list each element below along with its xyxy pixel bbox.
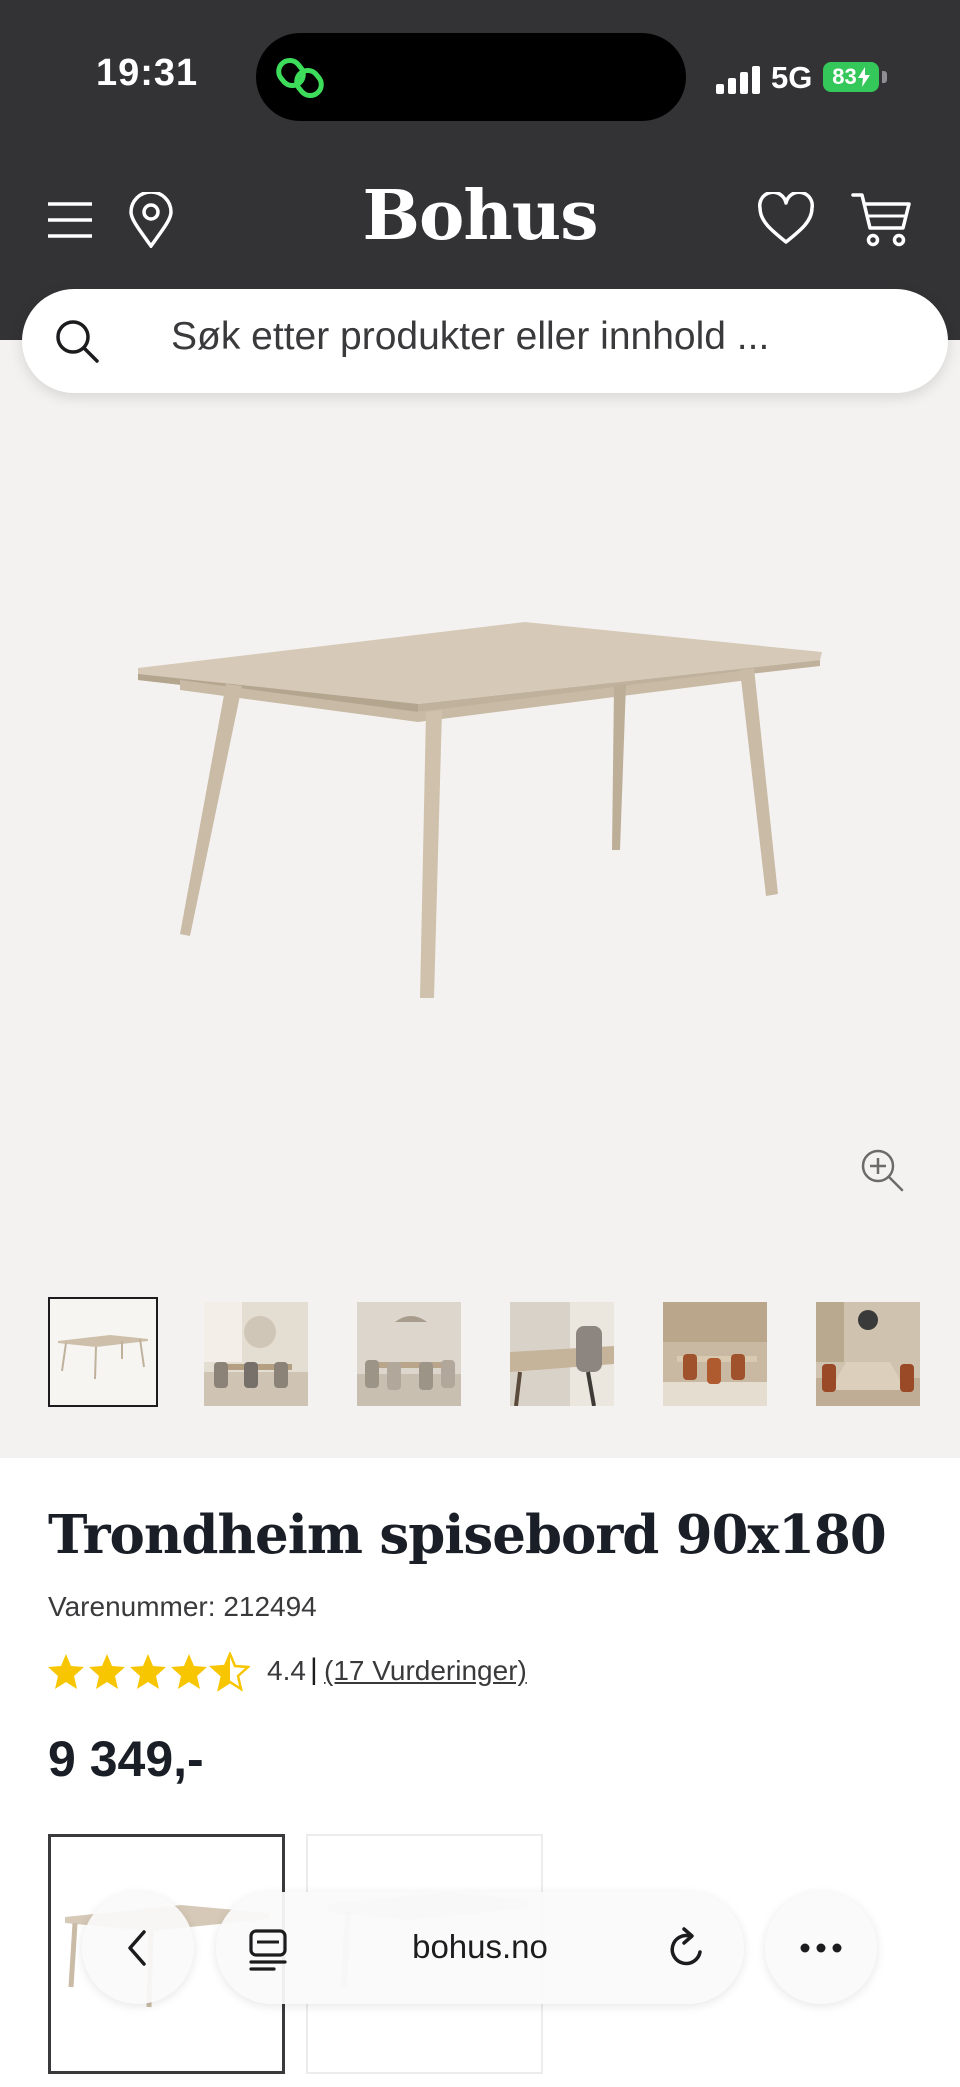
link-chain-icon (276, 57, 324, 99)
charging-bolt-icon (857, 67, 870, 87)
battery-cap (882, 71, 887, 83)
star-icon (130, 1654, 166, 1689)
gallery-thumbnail[interactable] (357, 1302, 461, 1406)
product-price: 9 349,- (48, 1731, 204, 1787)
search-icon[interactable] (54, 318, 100, 364)
thumb-room-2 (357, 1302, 461, 1406)
gallery-thumbnail[interactable] (663, 1302, 767, 1406)
star-icon (89, 1654, 125, 1689)
product-sku: Varenummer: 212494 (48, 1591, 317, 1622)
battery-level: 83 (832, 64, 857, 89)
gallery-thumbnail[interactable] (204, 1302, 308, 1406)
rating-separator: | (310, 1653, 318, 1686)
reviews-link[interactable]: (17 Vurderinger) (324, 1655, 527, 1687)
product-main-image[interactable] (120, 600, 840, 1020)
location-icon[interactable] (128, 192, 174, 248)
thumb-room-3 (663, 1302, 767, 1406)
zoom-in-icon[interactable] (858, 1146, 906, 1194)
heart-icon[interactable] (757, 192, 815, 246)
star-icon (48, 1654, 84, 1689)
gallery-thumbnail[interactable] (510, 1302, 614, 1406)
browser-more-button[interactable] (765, 1892, 877, 2004)
cart-icon[interactable] (851, 190, 911, 248)
star-icon (171, 1654, 207, 1689)
thumb-product (58, 1335, 148, 1380)
brand-logo[interactable]: Bohus (330, 176, 630, 256)
gallery-thumbnail[interactable] (816, 1302, 920, 1406)
url-text[interactable]: bohus.no (260, 1928, 700, 1966)
gallery-thumbnail[interactable] (48, 1297, 158, 1407)
battery-indicator: 83 (823, 62, 879, 92)
search-placeholder[interactable]: Søk etter produkter eller innhold ... (171, 315, 769, 359)
browser-back-button[interactable] (82, 1892, 194, 2004)
menu-icon[interactable] (46, 196, 94, 244)
rating-value: 4.4 (267, 1655, 306, 1686)
reload-icon[interactable] (664, 1926, 710, 1972)
product-title: Trondheim spisebord 90x180 (48, 1504, 887, 1566)
thumb-closeup (510, 1302, 614, 1406)
thumb-room-4 (816, 1302, 920, 1406)
more-options-icon (800, 1943, 842, 1953)
chevron-left-icon (128, 1930, 146, 1966)
thumb-room-1 (204, 1302, 308, 1406)
network-type: 5G (771, 60, 813, 95)
half-star-icon (210, 1652, 250, 1691)
status-time: 19:31 (96, 52, 199, 94)
rating-stars[interactable] (46, 1652, 250, 1692)
cellular-signal-icon (716, 66, 760, 94)
